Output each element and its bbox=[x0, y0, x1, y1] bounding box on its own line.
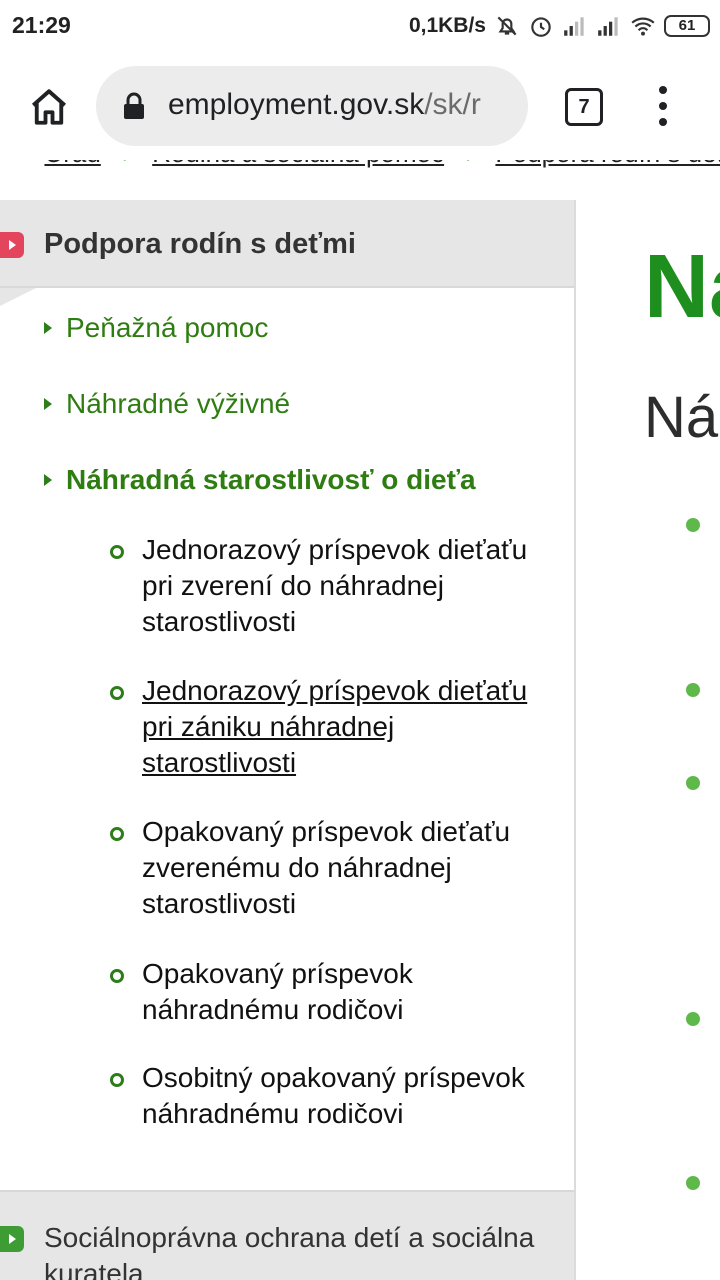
page-title: Na bbox=[644, 237, 720, 337]
breadcrumb-item[interactable]: Podpora rodín s deťmi bbox=[495, 160, 720, 169]
sidebar-section-header[interactable]: Podpora rodín s deťmi bbox=[0, 200, 574, 288]
breadcrumb-item[interactable]: Rodina a sociálna pomoc bbox=[152, 160, 444, 169]
list-bullet-icon bbox=[686, 1012, 700, 1026]
sidebar-item-nahradna-starostlivost[interactable]: Náhradná starostlivosť o dieťa bbox=[44, 464, 476, 496]
tabs-button[interactable]: 7 bbox=[565, 88, 603, 126]
breadcrumb-home-icon[interactable]: ▪▪ bbox=[0, 160, 22, 169]
sub-item-osobitny-rodicovi[interactable]: Osobitný opakovaný príspevok náhradnému … bbox=[110, 1060, 530, 1132]
address-bar[interactable]: employment.gov.sk/sk/r bbox=[96, 66, 528, 146]
sub-item-label: Jednorazový príspevok dieťaťu pri zániku… bbox=[142, 675, 528, 778]
battery-level: 61 bbox=[678, 17, 696, 34]
list-bullet-icon bbox=[686, 1176, 700, 1190]
main-content: Na Ná bbox=[578, 200, 720, 1280]
sub-item-jednorazovy-zverenie[interactable]: Jednorazový príspevok dieťaťu pri zveren… bbox=[110, 532, 530, 640]
alarm-icon bbox=[531, 17, 551, 37]
status-time: 21:29 bbox=[12, 12, 71, 38]
sub-item-opakovany-dietatu[interactable]: Opakovaný príspevok dieťaťu zverenému do… bbox=[110, 814, 530, 922]
sidebar-nav: Podpora rodín s deťmi Peňažná pomoc Náhr… bbox=[0, 200, 576, 1280]
circle-bullet-icon bbox=[110, 1073, 124, 1087]
caret-right-icon bbox=[44, 474, 52, 486]
breadcrumb-item[interactable]: Úrad bbox=[44, 160, 100, 169]
sub-item-label: Jednorazový príspevok dieťaťu pri zveren… bbox=[142, 534, 528, 637]
list-bullet-icon bbox=[686, 776, 700, 790]
section-arrow-icon bbox=[0, 1226, 24, 1252]
breadcrumb: ▪▪ Úrad › Rodina a sociálna pomoc › Podp… bbox=[0, 160, 720, 200]
section-arrow-icon bbox=[0, 232, 24, 258]
wifi-icon bbox=[631, 17, 655, 36]
url-path: /sk/r bbox=[424, 88, 481, 121]
battery-icon: 61 bbox=[664, 15, 710, 37]
status-icons: 0,1KB/s 61 bbox=[409, 10, 710, 42]
list-bullet-icon bbox=[686, 683, 700, 697]
signal-icon bbox=[598, 17, 618, 36]
breadcrumb-separator-icon: › bbox=[123, 160, 130, 168]
network-speed: 0,1KB/s bbox=[408, 14, 486, 37]
status-bar: 21:29 0,1KB/s 61 bbox=[0, 0, 720, 52]
bell-off-icon bbox=[497, 16, 517, 36]
circle-bullet-icon bbox=[110, 827, 124, 841]
sidebar-section-socialnopravna[interactable]: Sociálnoprávna ochrana detí a sociálna k… bbox=[0, 1190, 574, 1280]
caret-right-icon bbox=[44, 398, 52, 410]
list-bullet-icon bbox=[686, 518, 700, 532]
sidebar-item-label: Náhradné výživné bbox=[66, 388, 291, 419]
url-text: employment.gov.sk/sk/r bbox=[168, 88, 481, 122]
header-fold-decoration bbox=[0, 288, 36, 306]
sub-item-opakovany-rodicovi[interactable]: Opakovaný príspevok náhradnému rodičovi bbox=[110, 956, 530, 1028]
sidebar-item-penazna-pomoc[interactable]: Peňažná pomoc bbox=[44, 312, 268, 344]
circle-bullet-icon bbox=[110, 686, 124, 700]
caret-right-icon bbox=[44, 322, 52, 334]
sidebar-section-title: Sociálnoprávna ochrana detí a sociálna k… bbox=[44, 1222, 535, 1280]
sidebar-section-title: Podpora rodín s deťmi bbox=[44, 228, 356, 260]
circle-bullet-icon bbox=[110, 545, 124, 559]
home-button[interactable] bbox=[24, 82, 74, 132]
more-vert-icon[interactable] bbox=[648, 86, 678, 126]
sub-item-label: Opakovaný príspevok náhradnému rodičovi bbox=[142, 958, 413, 1025]
home-icon bbox=[31, 89, 67, 125]
url-host: employment.gov.sk bbox=[168, 88, 425, 121]
sidebar-item-label: Náhradná starostlivosť o dieťa bbox=[66, 464, 476, 495]
sub-item-jednorazovy-zanik[interactable]: Jednorazový príspevok dieťaťu pri zániku… bbox=[110, 673, 530, 781]
lock-icon bbox=[124, 92, 144, 119]
sidebar-item-nahradne-vyzivne[interactable]: Náhradné výživné bbox=[44, 388, 290, 420]
breadcrumb-separator-icon: › bbox=[466, 160, 473, 168]
tab-count: 7 bbox=[578, 95, 590, 118]
browser-toolbar: employment.gov.sk/sk/r 7 bbox=[0, 52, 720, 160]
page-subtitle: Ná bbox=[644, 385, 719, 450]
sub-item-label: Opakovaný príspevok dieťaťu zverenému do… bbox=[142, 816, 511, 919]
sub-item-label: Osobitný opakovaný príspevok náhradnému … bbox=[142, 1062, 525, 1129]
sidebar-item-label: Peňažná pomoc bbox=[66, 312, 269, 343]
signal-icon bbox=[564, 17, 584, 36]
circle-bullet-icon bbox=[110, 969, 124, 983]
